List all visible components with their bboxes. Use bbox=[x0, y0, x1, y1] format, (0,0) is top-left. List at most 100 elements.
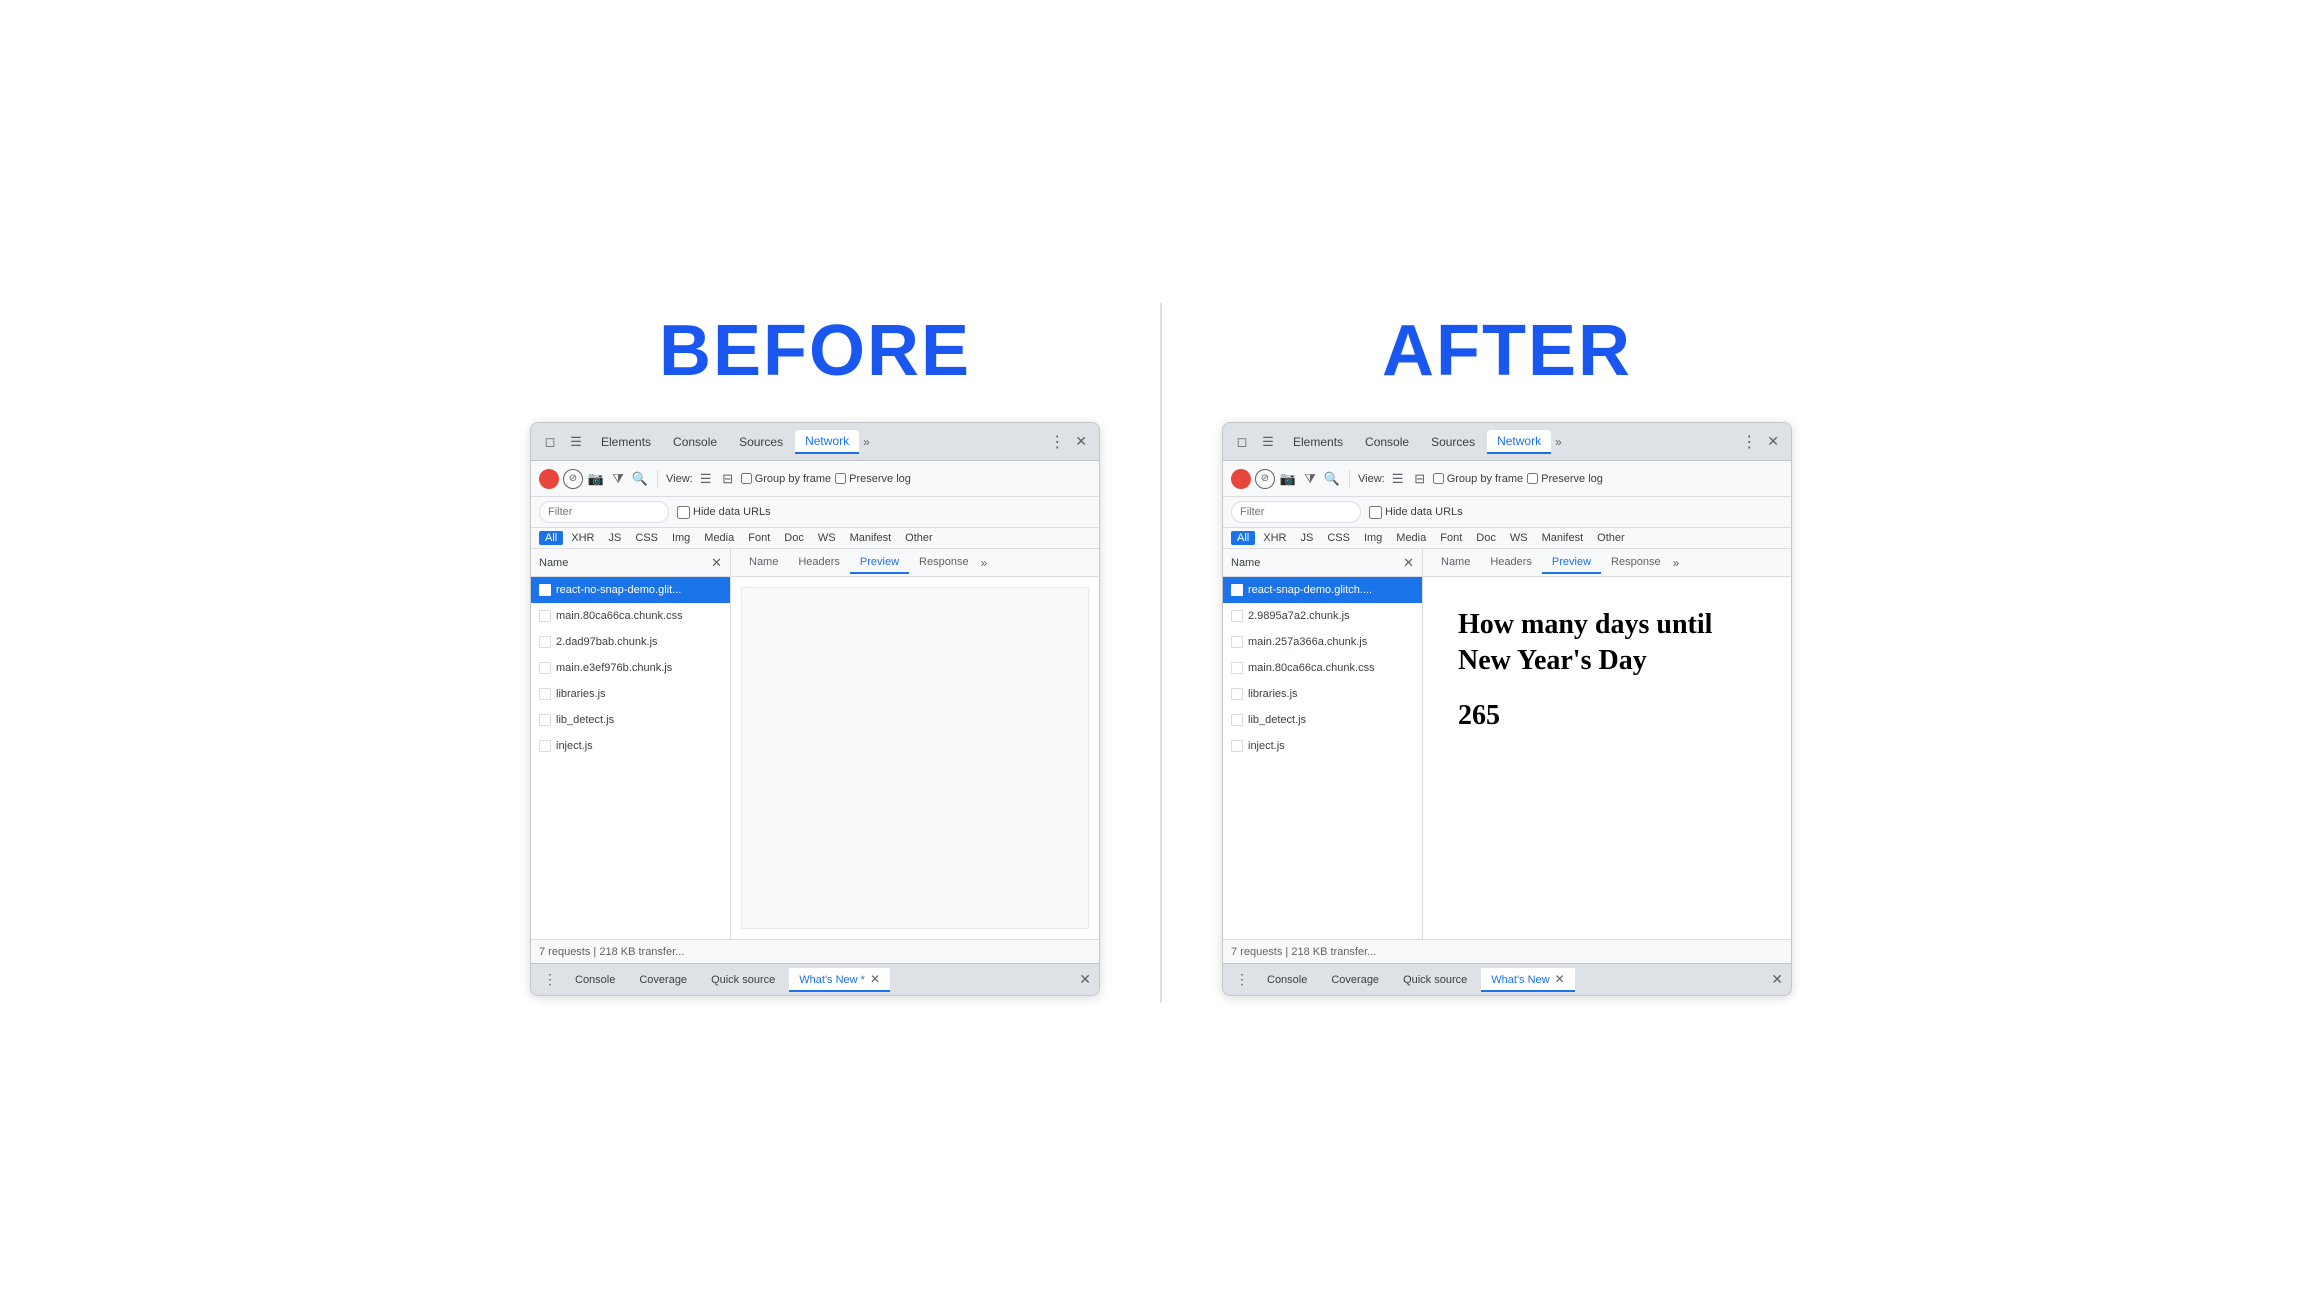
before-file-item-0[interactable]: react-no-snap-demo.glit... bbox=[531, 577, 730, 603]
before-file-item-5[interactable]: lib_detect.js bbox=[531, 707, 730, 733]
before-filter-input[interactable] bbox=[539, 501, 669, 523]
before-drawer-coverage[interactable]: Coverage bbox=[629, 970, 697, 990]
after-cursor-icon[interactable]: ◻ bbox=[1231, 431, 1253, 453]
before-camera-icon[interactable]: 📷 bbox=[587, 470, 605, 488]
after-hide-data-urls-checkbox[interactable] bbox=[1369, 506, 1382, 519]
before-panel-tab-response[interactable]: Response bbox=[909, 552, 979, 574]
before-file-item-2[interactable]: 2.dad97bab.chunk.js bbox=[531, 629, 730, 655]
after-list-view-icon[interactable]: ☰ bbox=[1389, 470, 1407, 488]
before-tab-more[interactable]: » bbox=[863, 435, 870, 449]
before-clear-button[interactable]: ⊘ bbox=[563, 469, 583, 489]
after-drawer-close[interactable]: ✕ bbox=[1771, 971, 1783, 988]
before-type-js[interactable]: JS bbox=[602, 531, 627, 545]
after-panel-tab-headers[interactable]: Headers bbox=[1480, 552, 1542, 574]
after-drawer-menu[interactable]: ⋮ bbox=[1231, 971, 1253, 988]
after-file-list-close[interactable]: ✕ bbox=[1403, 555, 1414, 571]
after-tab-close[interactable]: ✕ bbox=[1763, 433, 1783, 450]
after-clear-button[interactable]: ⊘ bbox=[1255, 469, 1275, 489]
before-panel-tab-more[interactable]: » bbox=[981, 556, 988, 570]
before-file-item-1[interactable]: main.80ca66ca.chunk.css bbox=[531, 603, 730, 629]
before-record-button[interactable] bbox=[539, 469, 559, 489]
before-preserve-log-checkbox[interactable] bbox=[835, 473, 846, 484]
before-tab-elements[interactable]: Elements bbox=[591, 431, 661, 453]
after-type-doc[interactable]: Doc bbox=[1470, 531, 1502, 545]
after-search-icon[interactable]: 🔍 bbox=[1323, 470, 1341, 488]
before-tab-menu[interactable]: ⋮ bbox=[1045, 432, 1069, 452]
before-file-item-6[interactable]: inject.js bbox=[531, 733, 730, 759]
before-large-view-icon[interactable]: ⊟ bbox=[719, 470, 737, 488]
before-file-list-close[interactable]: ✕ bbox=[711, 555, 722, 571]
before-panel-tab-headers[interactable]: Headers bbox=[788, 552, 850, 574]
before-type-img[interactable]: Img bbox=[666, 531, 696, 545]
before-panel-tab-preview[interactable]: Preview bbox=[850, 552, 909, 574]
after-panel-tab-response[interactable]: Response bbox=[1601, 552, 1671, 574]
after-file-item-6[interactable]: inject.js bbox=[1223, 733, 1422, 759]
before-tab-sources[interactable]: Sources bbox=[729, 431, 793, 453]
after-type-js[interactable]: JS bbox=[1294, 531, 1319, 545]
before-drawer-menu[interactable]: ⋮ bbox=[539, 971, 561, 988]
after-tab-menu[interactable]: ⋮ bbox=[1737, 432, 1761, 452]
before-drawer-quick-source[interactable]: Quick source bbox=[701, 970, 785, 990]
after-record-button[interactable] bbox=[1231, 469, 1251, 489]
after-tab-elements[interactable]: Elements bbox=[1283, 431, 1353, 453]
after-panel-tab-preview[interactable]: Preview bbox=[1542, 552, 1601, 574]
after-drawer-console[interactable]: Console bbox=[1257, 970, 1317, 990]
after-panel-tab-name[interactable]: Name bbox=[1431, 552, 1480, 574]
after-tab-sources[interactable]: Sources bbox=[1421, 431, 1485, 453]
before-file-item-4[interactable]: libraries.js bbox=[531, 681, 730, 707]
before-type-doc[interactable]: Doc bbox=[778, 531, 810, 545]
after-tab-more[interactable]: » bbox=[1555, 435, 1562, 449]
after-camera-icon[interactable]: 📷 bbox=[1279, 470, 1297, 488]
after-filter-input[interactable] bbox=[1231, 501, 1361, 523]
after-type-media[interactable]: Media bbox=[1390, 531, 1432, 545]
after-file-item-1[interactable]: 2.9895a7a2.chunk.js bbox=[1223, 603, 1422, 629]
before-search-icon[interactable]: 🔍 bbox=[631, 470, 649, 488]
before-filter-icon[interactable]: ⧩ bbox=[609, 470, 627, 488]
after-group-by-frame-checkbox[interactable] bbox=[1433, 473, 1444, 484]
before-drawer-close[interactable]: ✕ bbox=[1079, 971, 1091, 988]
after-device-icon[interactable]: ☰ bbox=[1257, 431, 1279, 453]
after-large-view-icon[interactable]: ⊟ bbox=[1411, 470, 1429, 488]
after-drawer-whats-new-close[interactable]: ✕ bbox=[1555, 972, 1565, 986]
before-drawer-whats-new[interactable]: What's New * ✕ bbox=[789, 968, 890, 992]
before-panel-tab-name[interactable]: Name bbox=[739, 552, 788, 574]
after-file-item-3[interactable]: main.80ca66ca.chunk.css bbox=[1223, 655, 1422, 681]
after-type-img[interactable]: Img bbox=[1358, 531, 1388, 545]
after-drawer-whats-new[interactable]: What's New ✕ bbox=[1481, 968, 1574, 992]
after-file-item-4[interactable]: libraries.js bbox=[1223, 681, 1422, 707]
after-file-item-0[interactable]: react-snap-demo.glitch.... bbox=[1223, 577, 1422, 603]
after-tab-console[interactable]: Console bbox=[1355, 431, 1419, 453]
after-type-font[interactable]: Font bbox=[1434, 531, 1468, 545]
before-hide-data-urls-checkbox[interactable] bbox=[677, 506, 690, 519]
before-type-xhr[interactable]: XHR bbox=[565, 531, 600, 545]
before-tab-console[interactable]: Console bbox=[663, 431, 727, 453]
before-type-css[interactable]: CSS bbox=[629, 531, 664, 545]
after-type-xhr[interactable]: XHR bbox=[1257, 531, 1292, 545]
before-type-font[interactable]: Font bbox=[742, 531, 776, 545]
after-drawer-coverage[interactable]: Coverage bbox=[1321, 970, 1389, 990]
before-type-other[interactable]: Other bbox=[899, 531, 939, 545]
after-filter-icon[interactable]: ⧩ bbox=[1301, 470, 1319, 488]
before-group-by-frame-checkbox[interactable] bbox=[741, 473, 752, 484]
before-tab-network[interactable]: Network bbox=[795, 430, 859, 454]
after-preserve-log-checkbox[interactable] bbox=[1527, 473, 1538, 484]
after-type-other[interactable]: Other bbox=[1591, 531, 1631, 545]
after-panel-tab-more[interactable]: » bbox=[1673, 556, 1680, 570]
before-type-manifest[interactable]: Manifest bbox=[844, 531, 898, 545]
after-file-item-2[interactable]: main.257a366a.chunk.js bbox=[1223, 629, 1422, 655]
after-type-ws[interactable]: WS bbox=[1504, 531, 1534, 545]
before-type-media[interactable]: Media bbox=[698, 531, 740, 545]
before-list-view-icon[interactable]: ☰ bbox=[697, 470, 715, 488]
before-file-item-3[interactable]: main.e3ef976b.chunk.js bbox=[531, 655, 730, 681]
before-device-icon[interactable]: ☰ bbox=[565, 431, 587, 453]
before-drawer-console[interactable]: Console bbox=[565, 970, 625, 990]
before-type-all[interactable]: All bbox=[539, 531, 563, 545]
after-file-item-5[interactable]: lib_detect.js bbox=[1223, 707, 1422, 733]
before-cursor-icon[interactable]: ◻ bbox=[539, 431, 561, 453]
after-type-css[interactable]: CSS bbox=[1321, 531, 1356, 545]
before-type-ws[interactable]: WS bbox=[812, 531, 842, 545]
before-tab-close[interactable]: ✕ bbox=[1071, 433, 1091, 450]
after-tab-network[interactable]: Network bbox=[1487, 430, 1551, 454]
after-type-manifest[interactable]: Manifest bbox=[1536, 531, 1590, 545]
after-drawer-quick-source[interactable]: Quick source bbox=[1393, 970, 1477, 990]
